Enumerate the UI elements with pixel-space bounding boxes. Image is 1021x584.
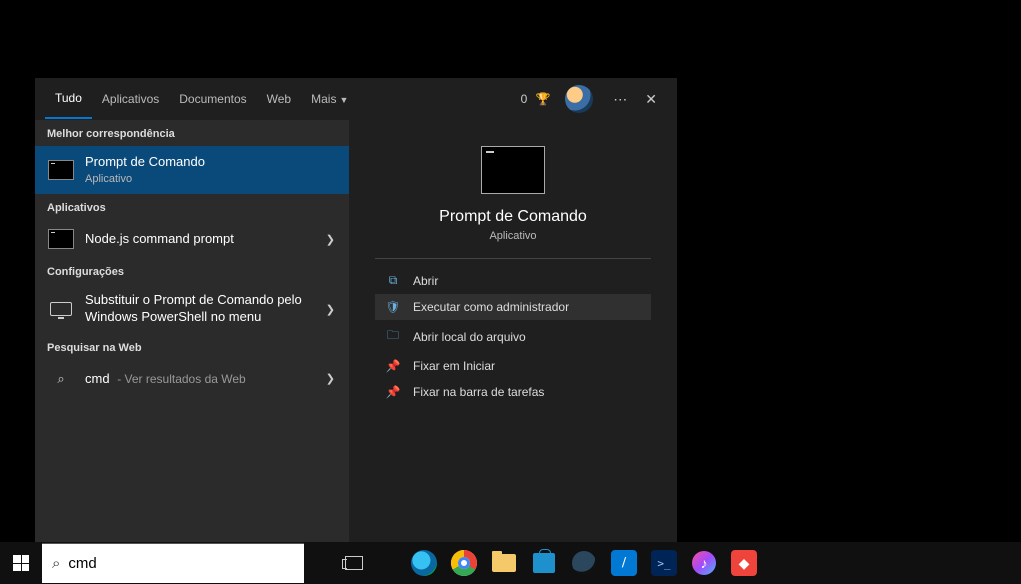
search-icon: ⌕: [47, 368, 75, 390]
action-label: Abrir: [413, 274, 438, 288]
action-open-location[interactable]: 🗀 Abrir local do arquivo: [375, 320, 651, 353]
taskbar-app-anydesk[interactable]: ◆: [724, 542, 764, 584]
preview-actions: ⧉ Abrir 🛡 Executar como administrador 🗀 …: [375, 267, 651, 405]
taskbar-app-itunes[interactable]: ♪: [684, 542, 724, 584]
action-label: Executar como administrador: [413, 300, 569, 314]
more-menu-button[interactable]: ⋯: [605, 91, 635, 108]
preview-title: Prompt de Comando: [375, 208, 651, 226]
taskbar-app-steam[interactable]: [564, 542, 604, 584]
powershell-icon: >_: [651, 550, 677, 576]
rewards-count: 0: [521, 92, 528, 106]
itunes-icon: ♪: [692, 551, 716, 575]
windows-icon: [13, 555, 29, 571]
action-label: Fixar em Iniciar: [413, 359, 495, 373]
anydesk-icon: ◆: [731, 550, 757, 576]
panel-body: Melhor correspondência Prompt de Comando…: [35, 120, 677, 542]
taskview-icon: [345, 556, 363, 570]
result-best-match[interactable]: Prompt de Comando Aplicativo: [35, 146, 349, 194]
action-pin-taskbar[interactable]: 📌 Fixar na barra de tarefas: [375, 379, 651, 405]
taskbar-app-edge[interactable]: [404, 542, 444, 584]
best-match-header: Melhor correspondência: [35, 120, 349, 146]
tab-documents[interactable]: Documentos: [169, 80, 256, 118]
steam-icon: [572, 551, 596, 575]
taskbar: ⌕ ⧸ >_ ♪ ◆: [0, 542, 1021, 584]
tab-apps[interactable]: Aplicativos: [92, 80, 169, 118]
result-title: Node.js command prompt: [85, 231, 337, 248]
preview-column: Prompt de Comando Aplicativo ⧉ Abrir 🛡 E…: [349, 120, 677, 542]
chevron-right-icon: ❯: [326, 303, 335, 316]
tab-web[interactable]: Web: [257, 80, 301, 118]
vscode-icon: ⧸: [611, 550, 637, 576]
folder-icon: 🗀: [383, 326, 403, 347]
result-app-nodejs[interactable]: Node.js command prompt ❯: [35, 220, 349, 258]
result-title: cmd: [85, 371, 110, 386]
preview-subtitle: Aplicativo: [375, 230, 651, 242]
action-label: Fixar na barra de tarefas: [413, 385, 544, 399]
pin-icon: 📌: [383, 385, 403, 399]
taskbar-app-store[interactable]: [524, 542, 564, 584]
divider: [375, 258, 651, 259]
rewards-icon[interactable]: 🏆: [533, 89, 553, 109]
action-pin-start[interactable]: 📌 Fixar em Iniciar: [375, 353, 651, 379]
chevron-down-icon: ▼: [339, 95, 348, 105]
search-tabs: Tudo Aplicativos Documentos Web Mais▼ 0 …: [35, 78, 677, 120]
tab-more[interactable]: Mais▼: [301, 80, 358, 118]
result-subtitle: Aplicativo: [85, 172, 337, 186]
cmd-icon: [47, 159, 75, 181]
cmd-icon: [47, 228, 75, 250]
admin-icon: 🛡: [383, 300, 403, 314]
edge-icon: [411, 550, 437, 576]
chevron-right-icon: ❯: [326, 372, 335, 385]
start-button[interactable]: [0, 542, 42, 584]
user-avatar[interactable]: [565, 85, 593, 113]
start-search-panel: Tudo Aplicativos Documentos Web Mais▼ 0 …: [35, 78, 677, 542]
web-header: Pesquisar na Web: [35, 334, 349, 360]
taskbar-search[interactable]: ⌕: [42, 543, 304, 583]
apps-header: Aplicativos: [35, 194, 349, 220]
taskbar-app-chrome[interactable]: [444, 542, 484, 584]
search-input[interactable]: [68, 555, 294, 572]
action-label: Abrir local do arquivo: [413, 330, 526, 344]
taskbar-app-explorer[interactable]: [484, 542, 524, 584]
tab-all[interactable]: Tudo: [45, 79, 92, 119]
result-setting-powershell[interactable]: Substituir o Prompt de Comando pelo Wind…: [35, 284, 349, 334]
action-open[interactable]: ⧉ Abrir: [375, 267, 651, 294]
result-web-cmd[interactable]: ⌕ cmd - Ver resultados da Web ❯: [35, 360, 349, 398]
settings-header: Configurações: [35, 258, 349, 284]
chrome-icon: [451, 550, 477, 576]
chevron-right-icon: ❯: [326, 233, 335, 246]
result-title: Substituir o Prompt de Comando pelo Wind…: [85, 292, 337, 326]
pin-icon: 📌: [383, 359, 403, 373]
monitor-icon: [47, 298, 75, 320]
results-column: Melhor correspondência Prompt de Comando…: [35, 120, 349, 542]
folder-icon: [491, 550, 517, 576]
search-icon: ⌕: [52, 555, 60, 572]
action-run-admin[interactable]: 🛡 Executar como administrador: [375, 294, 651, 320]
task-view-button[interactable]: [334, 542, 374, 584]
store-icon: [531, 550, 557, 576]
result-title: Prompt de Comando: [85, 154, 337, 171]
close-button[interactable]: ✕: [635, 85, 667, 114]
taskbar-app-powershell[interactable]: >_: [644, 542, 684, 584]
taskbar-app-vscode[interactable]: ⧸: [604, 542, 644, 584]
open-icon: ⧉: [383, 273, 403, 288]
cmd-large-icon: [481, 146, 545, 194]
result-subtitle: - Ver resultados da Web: [117, 372, 246, 386]
